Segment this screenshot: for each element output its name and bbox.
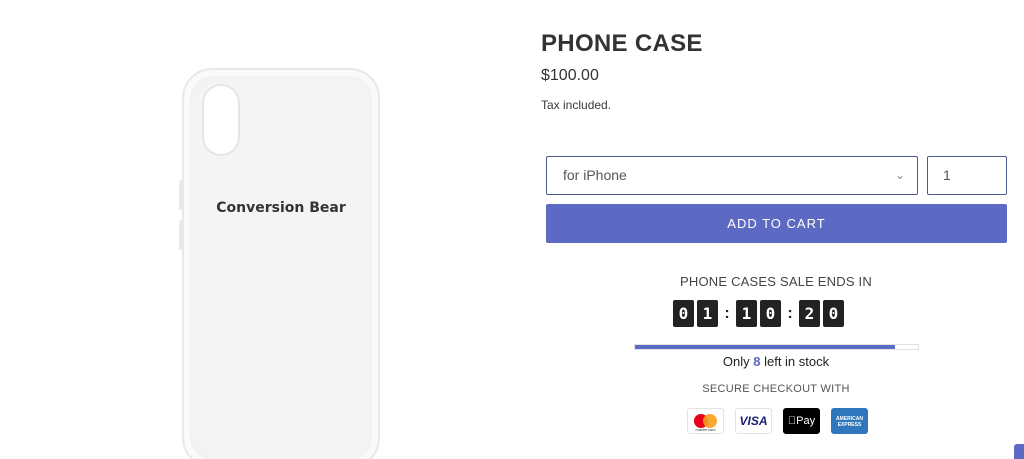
product-title: PHONE CASE bbox=[541, 30, 703, 57]
timer-digit: 2 bbox=[799, 300, 820, 327]
stock-prefix: Only bbox=[722, 354, 750, 369]
stock-progress-bar bbox=[634, 344, 919, 350]
stock-text: Only 8 left in stock bbox=[541, 354, 1011, 369]
chat-widget-edge[interactable] bbox=[1014, 444, 1024, 459]
stock-progress-fill bbox=[635, 345, 896, 349]
payment-methods: mastercard VISA Pay AMERICAN EXPRESS bbox=[687, 408, 868, 434]
timer-digit: 0 bbox=[823, 300, 844, 327]
tax-note: Tax included. bbox=[541, 98, 612, 112]
secure-checkout-label: SECURE CHECKOUT WITH bbox=[702, 383, 850, 395]
timer-digit: 0 bbox=[673, 300, 694, 327]
add-to-cart-button[interactable]: ADD TO CART bbox=[546, 204, 1007, 243]
timer-title: PHONE CASES SALE ENDS IN bbox=[680, 274, 872, 289]
side-button bbox=[179, 180, 182, 210]
apple-pay-icon: Pay bbox=[783, 408, 820, 434]
timer-separator: : bbox=[724, 304, 730, 322]
variant-selected-value: for iPhone bbox=[563, 167, 627, 183]
stock-count: 8 bbox=[753, 354, 761, 369]
side-button bbox=[179, 220, 182, 250]
product-image[interactable]: Conversion Bear bbox=[0, 0, 520, 459]
mastercard-icon: mastercard bbox=[687, 408, 724, 434]
timer-digit: 0 bbox=[760, 300, 781, 327]
case-brand-text: Conversion Bear bbox=[216, 200, 346, 216]
visa-icon: VISA bbox=[735, 408, 772, 434]
timer-separator: : bbox=[787, 304, 793, 322]
quantity-input[interactable]: 1 bbox=[927, 156, 1007, 195]
product-price: $100.00 bbox=[541, 67, 599, 84]
amex-icon: AMERICAN EXPRESS bbox=[831, 408, 868, 434]
camera-cutout bbox=[202, 84, 240, 156]
timer-digit: 1 bbox=[736, 300, 757, 327]
variant-select[interactable]: for iPhone ⌄ bbox=[546, 156, 918, 195]
stock-suffix: left in stock bbox=[764, 354, 830, 369]
countdown-timer: 0 1 : 1 0 : 2 0 bbox=[673, 300, 847, 327]
phone-case-image: Conversion Bear bbox=[179, 68, 380, 459]
timer-digit: 1 bbox=[697, 300, 718, 327]
chevron-down-icon: ⌄ bbox=[894, 168, 905, 182]
